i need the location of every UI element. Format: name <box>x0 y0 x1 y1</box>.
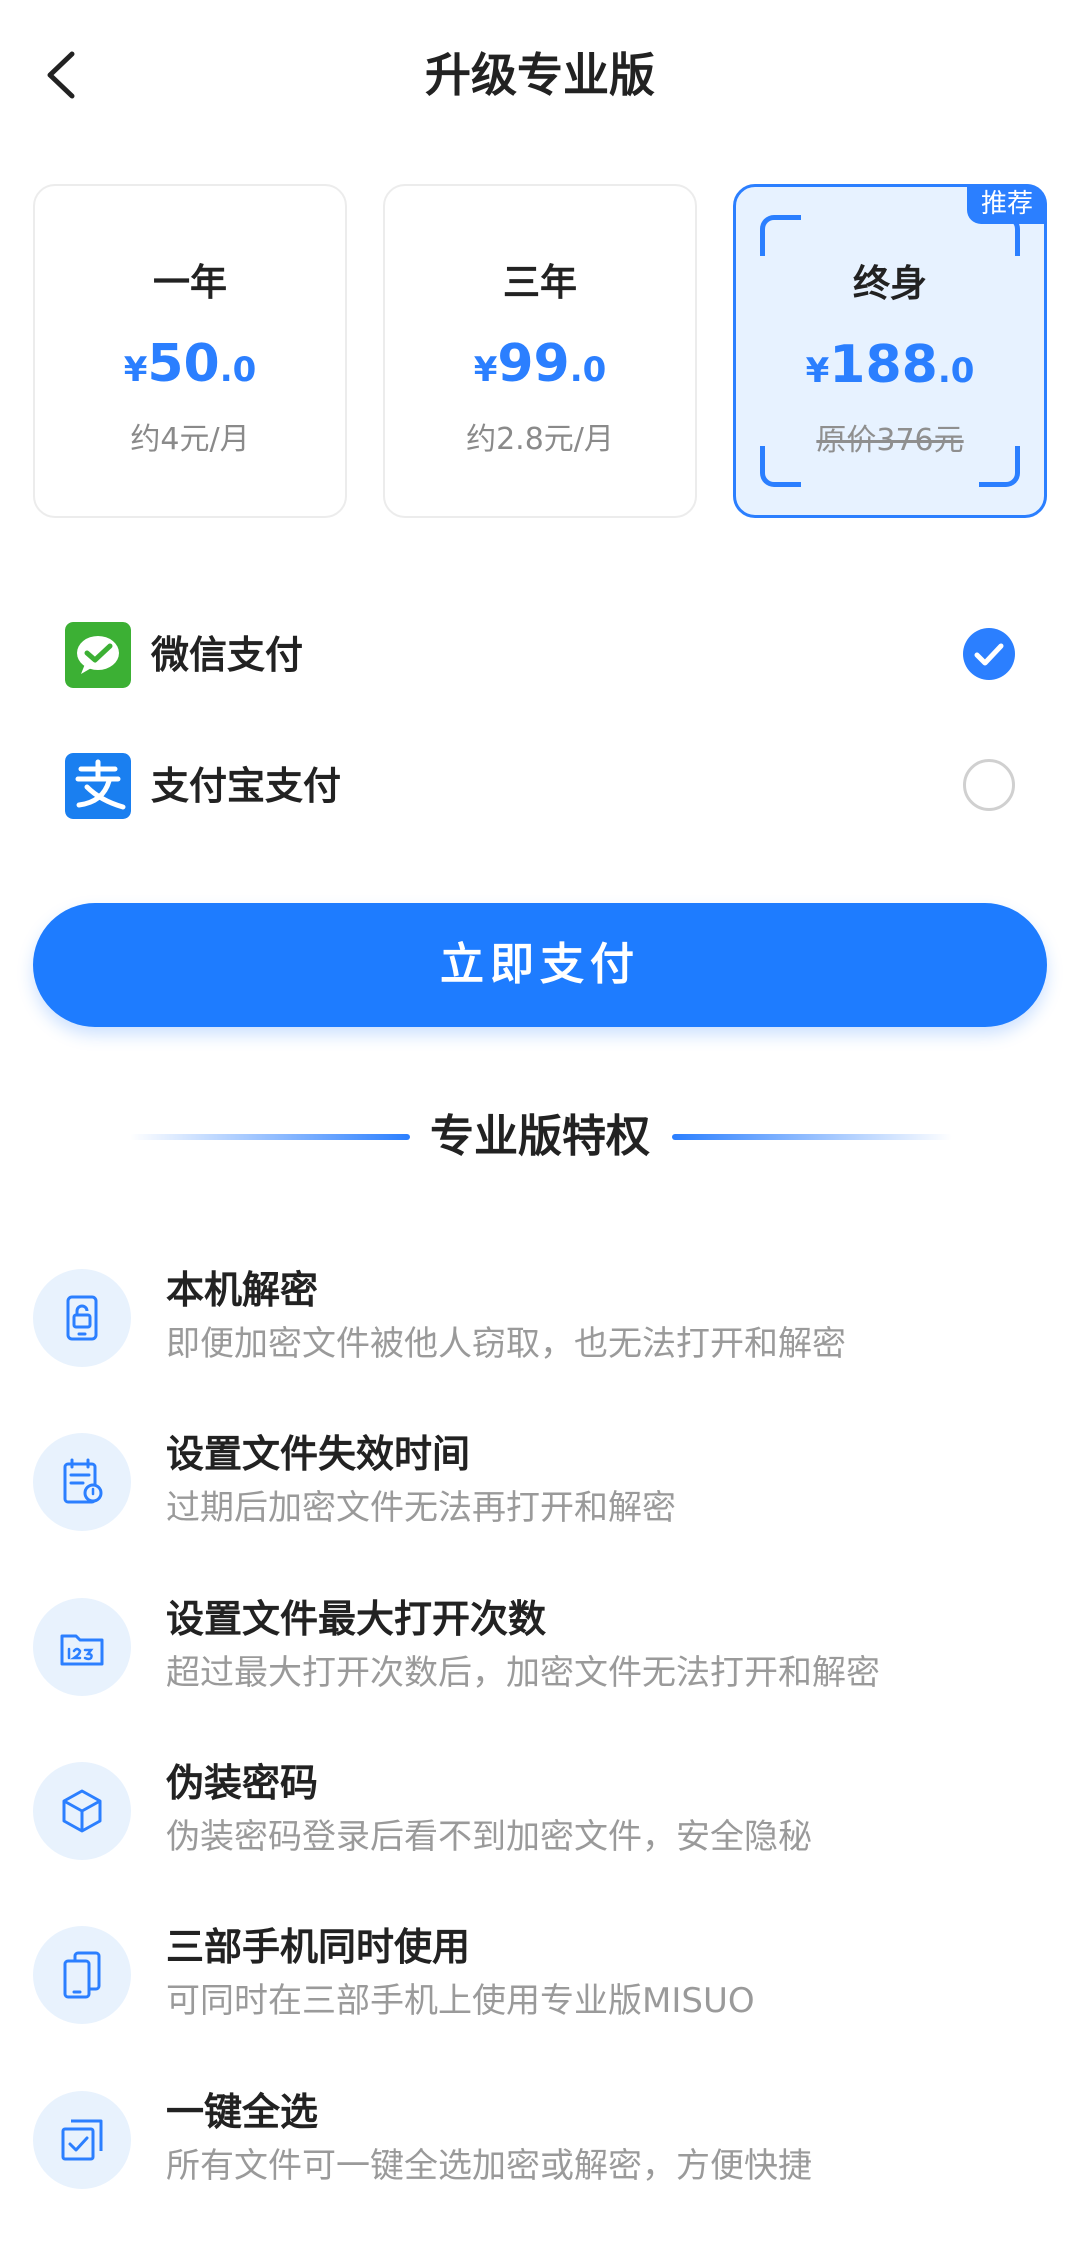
price-integer: 50 <box>147 334 220 394</box>
feature-item: 本机解密 即便加密文件被他人窃取，也无法打开和解密 <box>33 1263 1033 1373</box>
feature-title: 伪装密码 <box>166 1761 319 1805</box>
plan-price: ¥50.0 <box>35 334 345 394</box>
feature-icon-badge <box>33 1598 131 1696</box>
feature-item: 设置文件最大打开次数 超过最大打开次数后，加密文件无法打开和解密 <box>33 1592 1033 1702</box>
radio-checked[interactable] <box>963 628 1015 680</box>
section-divider-right <box>672 1134 952 1140</box>
feature-icon-badge <box>33 1269 131 1367</box>
multi-device-icon <box>63 1951 101 1999</box>
plan-name: 一年 <box>153 261 227 304</box>
original-price: 原价376元 <box>816 423 964 458</box>
feature-icon-badge <box>33 1926 131 2024</box>
plan-price: ¥188.0 <box>736 335 1044 395</box>
feature-item: 三部手机同时使用 可同时在三部手机上使用专业版MISUO <box>33 1920 1033 2030</box>
feature-title: 本机解密 <box>166 1268 319 1312</box>
price-currency: ¥ <box>473 350 498 390</box>
plan-name: 终身 <box>853 262 927 305</box>
feature-title: 三部手机同时使用 <box>166 1925 471 1969</box>
price-integer: 99 <box>497 334 570 394</box>
plan-name: 三年 <box>503 261 577 304</box>
price-decimal: .0 <box>937 351 975 391</box>
header: 升级专业版 <box>0 0 1080 150</box>
feature-desc: 过期后加密文件无法再打开和解密 <box>166 1488 676 1528</box>
feature-icon-badge <box>33 2091 131 2189</box>
radio-unchecked[interactable] <box>963 759 1015 811</box>
calendar-clock-icon <box>63 1458 103 1504</box>
plan-note: 约2.8元/月 <box>466 422 614 457</box>
feature-desc: 伪装密码登录后看不到加密文件，安全隐秘 <box>166 1817 812 1857</box>
payment-label: 支付宝支付 <box>151 764 342 808</box>
price-integer: 188 <box>829 335 938 395</box>
selection-corner <box>760 215 801 256</box>
phone-lock-icon <box>66 1295 98 1341</box>
feature-item: 一键全选 所有文件可一键全选加密或解密，方便快捷 <box>33 2085 1033 2195</box>
plan-price: ¥99.0 <box>385 334 695 394</box>
check-icon <box>974 643 1004 666</box>
plan-note: 约4元/月 <box>130 422 250 457</box>
pay-now-button[interactable]: 立即支付 <box>33 903 1047 1027</box>
feature-icon-badge <box>33 1433 131 1531</box>
feature-icon-badge <box>33 1762 131 1860</box>
price-currency: ¥ <box>805 351 830 391</box>
page-title: 升级专业版 <box>425 48 655 102</box>
feature-title: 设置文件失效时间 <box>166 1432 471 1476</box>
feature-desc: 所有文件可一键全选加密或解密，方便快捷 <box>166 2146 812 2186</box>
plan-card-one-year[interactable]: 一年 ¥50.0 约4元/月 <box>33 184 347 518</box>
select-all-icon <box>61 2119 103 2161</box>
feature-title: 设置文件最大打开次数 <box>166 1597 547 1641</box>
wechat-pay-icon <box>65 622 131 688</box>
folder-counter-icon <box>60 1634 104 1666</box>
feature-desc: 即便加密文件被他人窃取，也无法打开和解密 <box>166 1324 846 1364</box>
selection-corner <box>979 215 1020 256</box>
feature-item: 伪装密码 伪装密码登录后看不到加密文件，安全隐秘 <box>33 1756 1033 1866</box>
feature-title: 一键全选 <box>166 2090 319 2134</box>
plan-options: 一年 ¥50.0 约4元/月 三年 ¥99.0 约2.8元/月 推荐 终身 ¥1… <box>33 184 1047 522</box>
price-decimal: .0 <box>219 350 257 390</box>
payment-label: 微信支付 <box>151 633 304 677</box>
payment-option-alipay[interactable]: 支付宝支付 <box>65 753 1015 823</box>
feature-desc: 超过最大打开次数后，加密文件无法打开和解密 <box>166 1653 880 1693</box>
alipay-icon <box>65 753 131 819</box>
price-decimal: .0 <box>569 350 607 390</box>
plan-card-three-year[interactable]: 三年 ¥99.0 约2.8元/月 <box>383 184 697 518</box>
feature-item: 设置文件失效时间 过期后加密文件无法再打开和解密 <box>33 1427 1033 1537</box>
payment-option-wechat[interactable]: 微信支付 <box>65 622 1015 692</box>
plan-card-lifetime[interactable]: 推荐 终身 ¥188.0 原价376元 <box>733 184 1047 518</box>
cube-icon <box>62 1789 102 1833</box>
price-currency: ¥ <box>123 350 148 390</box>
feature-desc: 可同时在三部手机上使用专业版MISUO <box>166 1981 755 2021</box>
